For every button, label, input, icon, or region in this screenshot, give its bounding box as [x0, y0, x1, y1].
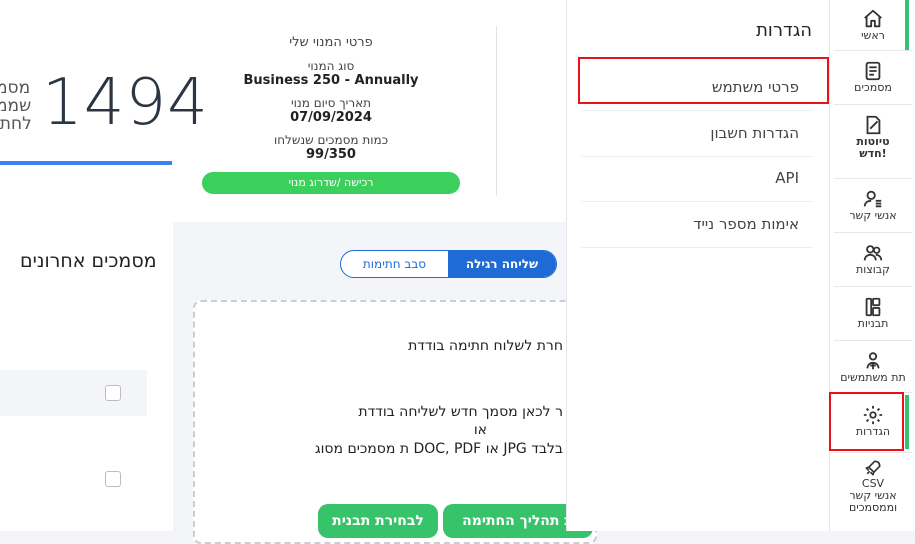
row-checkbox[interactable] [105, 471, 121, 487]
dropzone-heading: חרת לשלוח חתימה בודדת [408, 338, 563, 354]
recent-documents-title: מסמכים אחרונים [20, 250, 157, 272]
documents-count: 1494 [42, 66, 209, 140]
active-indicator [905, 0, 909, 50]
stat-label-fragment: מסמ [0, 78, 31, 98]
sidebar-item-sub-users[interactable]: תת משתמשים [830, 350, 915, 384]
divider [834, 452, 912, 453]
divider [496, 26, 497, 196]
plan-docs-label: כמות מסמכים שנשלחו [273, 133, 389, 147]
plan-type-value: Business 250 - Annually [243, 73, 419, 88]
menu-item-label: הגדרות חשבון [710, 124, 799, 142]
table-row[interactable] [0, 456, 147, 502]
divider [834, 50, 912, 51]
sidebar-item-label: תבניות [857, 317, 889, 330]
divider [834, 178, 912, 179]
contacts-icon [863, 190, 882, 208]
sidebar-item-drafts[interactable]: טיוטות חדש! [830, 114, 915, 160]
highlight-box [829, 392, 904, 451]
plan-end-value: 07/09/2024 [290, 110, 372, 125]
sidebar-item-label: ראשי [861, 29, 885, 42]
sidebar-item-csv[interactable]: CSV אנשי קשר וממסמכים [830, 458, 915, 514]
highlight-box [578, 57, 829, 104]
sidebar-item-groups[interactable]: קבוצות [830, 242, 915, 276]
flyout-title: הגדרות [756, 20, 812, 41]
upgrade-plan-button[interactable]: רכישה /שדרוג מנוי [202, 172, 460, 194]
menu-item-verify-phone[interactable]: אימות מספר נייד [581, 201, 813, 248]
stat-label-fragment: לחתי [0, 114, 32, 134]
plan-end-label: תאריך סיום מנוי [290, 96, 372, 110]
tab-signature-round[interactable]: סבב חתימות [341, 251, 448, 277]
tab-regular-send[interactable]: שליחה רגילה [448, 251, 556, 277]
choose-template-button[interactable]: לבחירת תבנית [318, 504, 438, 538]
documents-icon [865, 61, 881, 81]
row-checkbox[interactable] [105, 385, 121, 401]
templates-icon [865, 297, 881, 317]
divider [834, 340, 912, 341]
sidebar-item-contacts[interactable]: אנשי קשר [830, 188, 915, 222]
divider [834, 286, 912, 287]
new-badge: חדש! [859, 147, 887, 160]
sidebar-item-label: אנשי קשר [849, 209, 897, 222]
dropzone-file-types: ת מסמכים מסוג DOC, PDF או JPG בלבד [314, 441, 563, 457]
groups-icon [863, 245, 883, 261]
rocket-icon [865, 460, 881, 476]
sidebar-item-label: תת משתמשים [840, 371, 906, 384]
plan-docs-value: 99/350 [306, 147, 356, 162]
menu-item-api[interactable]: API [581, 155, 813, 202]
dropzone-or: או [473, 422, 487, 438]
menu-item-label: אימות מספר נייד [693, 215, 799, 233]
plan-header: פרטי המנוי שלי [289, 35, 373, 50]
divider [834, 104, 912, 105]
sidebar-item-home[interactable]: ראשי [830, 8, 915, 42]
drafts-icon [866, 115, 881, 135]
stat-underline [0, 161, 172, 165]
sidebar-item-label: קבוצות [856, 263, 890, 276]
send-mode-tabs: סבב חתימות שליחה רגילה [340, 250, 557, 278]
sidebar-item-documents[interactable]: מסמכים [830, 60, 915, 94]
main-sidebar: ראשי מסמכים טיוטות חדש! אנשי קשר קבוצות … [829, 0, 915, 531]
dropzone-instruction: ר לכאן מסמך חדש לשליחה בודדת [358, 404, 563, 420]
menu-item-label: API [775, 169, 799, 187]
active-indicator [905, 395, 909, 449]
menu-item-account-settings[interactable]: הגדרות חשבון [581, 110, 813, 157]
stat-label-fragment: שממ [0, 96, 32, 116]
divider [834, 232, 912, 233]
sidebar-item-label: מסמכים [854, 81, 892, 94]
subscription-card: מסמ שממ לחתי 1494 פרטי המנוי שלי סוג המנ… [0, 0, 566, 222]
table-row[interactable] [0, 370, 147, 416]
home-icon [864, 9, 882, 28]
sidebar-item-templates[interactable]: תבניות [830, 296, 915, 330]
plan-type-label: סוג המנוי [307, 59, 355, 73]
sidebar-item-label: וממסמכים [848, 501, 898, 514]
sub-users-icon [866, 352, 880, 370]
